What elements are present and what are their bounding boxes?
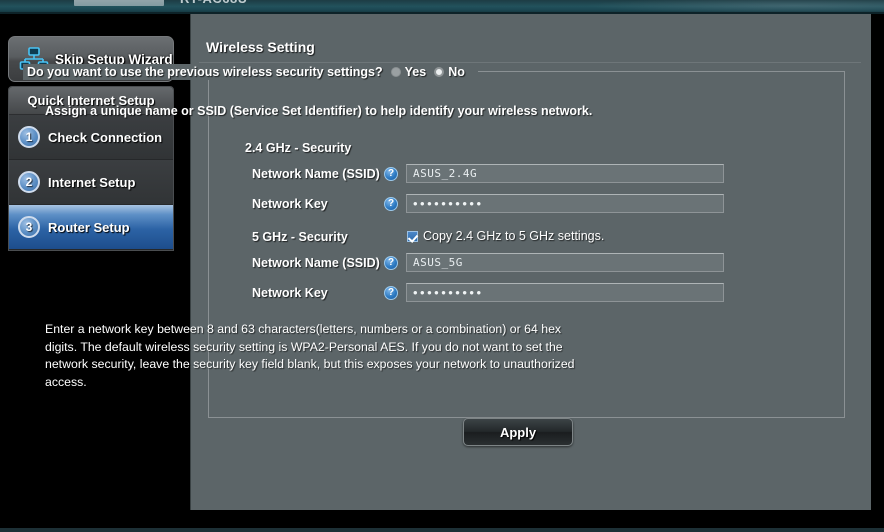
copy-settings-checkbox[interactable]: [407, 230, 418, 242]
label-ssid-24ghz: Network Name (SSID): [252, 167, 380, 181]
radio-yes-indicator: [390, 67, 401, 77]
help-icon-ssid-5ghz[interactable]: ?: [384, 256, 398, 270]
sidebar-item-check-connection[interactable]: 1 Check Connection: [9, 115, 173, 160]
radio-option-yes[interactable]: Yes: [390, 65, 427, 79]
help-icon-key-24ghz[interactable]: ?: [384, 197, 398, 211]
input-network-key-5ghz[interactable]: ••••••••••: [406, 283, 724, 302]
sidebar-item-label-check-connection: Check Connection: [48, 129, 163, 145]
input-ssid-24ghz[interactable]: ASUS_2.4G: [406, 164, 724, 183]
step-number-1: 1: [18, 126, 40, 148]
section-heading-24ghz: 2.4 GHz - Security: [245, 141, 352, 155]
label-key-5ghz: Network Key: [252, 286, 328, 300]
ssid-intro-text: Assign a unique name or SSID (Service Se…: [45, 104, 593, 118]
radio-no-indicator: [434, 67, 445, 77]
step-number-3: 3: [18, 216, 40, 238]
input-ssid-5ghz[interactable]: ASUS_5G: [406, 253, 724, 272]
page-title: Wireless Setting: [206, 39, 315, 55]
help-icon-key-5ghz[interactable]: ?: [384, 286, 398, 300]
network-key-help-text: Enter a network key between 8 and 63 cha…: [45, 322, 575, 389]
previous-settings-question-row: Do you want to use the previous wireless…: [23, 64, 478, 80]
router-setup-window: RT-AC68U Skip Setup Wizard Quick Interne…: [0, 0, 884, 532]
label-ssid-5ghz: Network Name (SSID): [252, 256, 380, 270]
asus-logo: [74, 0, 164, 6]
previous-settings-question-label: Do you want to use the previous wireless…: [27, 65, 383, 79]
title-divider: [199, 62, 861, 63]
sidebar-item-label-internet-setup: Internet Setup: [48, 174, 136, 190]
router-model-label: RT-AC68U: [180, 0, 248, 6]
copy-settings-label: Copy 2.4 GHz to 5 GHz settings.: [423, 229, 605, 243]
previous-settings-radio-group: Yes No: [390, 65, 473, 79]
input-network-key-24ghz[interactable]: ••••••••••: [406, 194, 724, 213]
radio-yes-label: Yes: [404, 65, 427, 79]
apply-button[interactable]: Apply: [463, 418, 573, 446]
copy-settings-checkbox-row[interactable]: Copy 2.4 GHz to 5 GHz settings.: [407, 229, 604, 243]
sidebar-item-internet-setup[interactable]: 2 Internet Setup: [9, 160, 173, 205]
label-key-24ghz: Network Key: [252, 197, 328, 211]
window-frame-edge: [0, 528, 884, 532]
sidebar-item-label-router-setup: Router Setup: [48, 219, 130, 235]
step-number-2: 2: [18, 171, 40, 193]
sidebar-item-router-setup[interactable]: 3 Router Setup: [9, 205, 173, 250]
radio-no-label: No: [448, 65, 465, 79]
help-icon-ssid-24ghz[interactable]: ?: [384, 167, 398, 181]
sidebar: Skip Setup Wizard Quick Internet Setup 1…: [0, 14, 190, 518]
radio-option-no[interactable]: No: [434, 65, 465, 79]
section-heading-5ghz: 5 GHz - Security: [252, 230, 348, 244]
